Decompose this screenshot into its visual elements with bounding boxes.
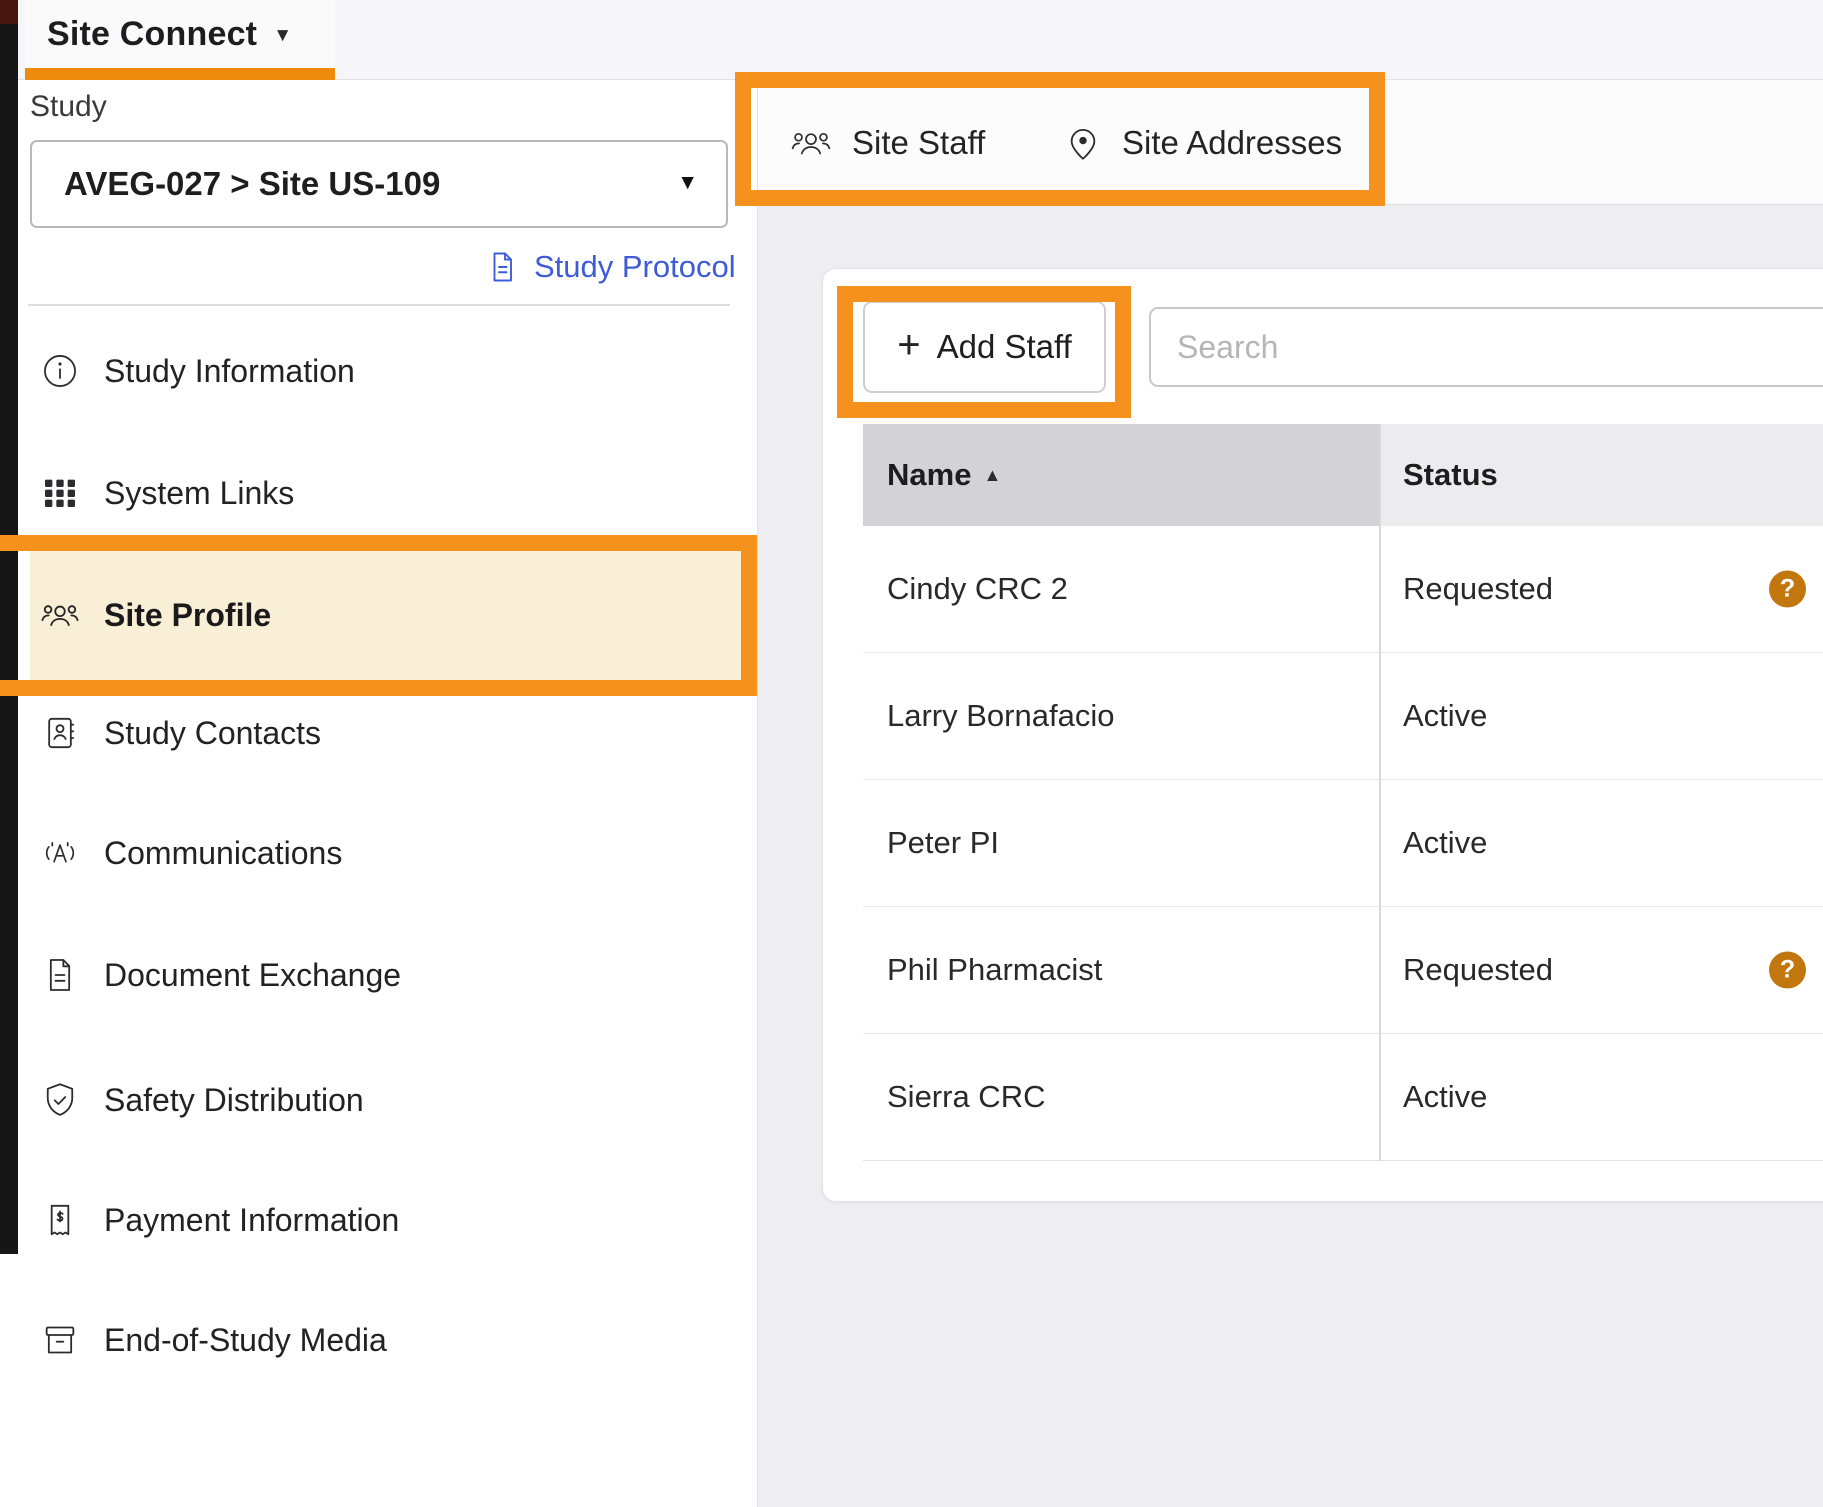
tab-site-addresses[interactable]: Site Addresses	[1062, 80, 1342, 205]
plus-icon: +	[897, 325, 920, 365]
info-icon	[38, 349, 82, 393]
search-field-wrap	[1149, 307, 1823, 387]
location-pin-icon	[1062, 122, 1104, 164]
chevron-down-icon: ▼	[273, 25, 292, 47]
name-cell: Larry Bornafacio	[863, 653, 1379, 779]
sidebar-item-label: Safety Distribution	[104, 1082, 364, 1119]
table-row[interactable]: Cindy CRC 2 Requested ?	[863, 526, 1823, 653]
app-window: Site Connect ▼ Site Staff	[0, 0, 1823, 1507]
site-staff-panel: + Add Staff Name ▲ Status Cindy CRC 2 Re…	[822, 268, 1823, 1202]
sidebar-item-payment-information[interactable]: Payment Information	[38, 1179, 754, 1261]
help-icon[interactable]: ?	[1769, 952, 1806, 989]
sidebar-item-safety-distribution[interactable]: Safety Distribution	[38, 1059, 754, 1141]
search-input[interactable]	[1149, 307, 1823, 387]
tab-site-addresses-label: Site Addresses	[1122, 124, 1342, 162]
status-cell: Active	[1379, 653, 1823, 779]
sidebar-item-end-of-study-media[interactable]: End-of-Study Media	[38, 1299, 754, 1381]
name-cell: Peter PI	[863, 780, 1379, 906]
column-header-name[interactable]: Name ▲	[863, 424, 1379, 526]
top-bar: Site Connect ▼	[0, 0, 1823, 80]
study-selector-value: AVEG-027 > Site US-109	[64, 165, 440, 203]
sidebar-item-label: Document Exchange	[104, 957, 401, 994]
status-cell: Active	[1379, 1034, 1823, 1160]
sidebar-item-communications[interactable]: Communications	[38, 812, 754, 894]
table-header-row: Name ▲ Status	[863, 424, 1823, 526]
study-protocol-label: Study Protocol	[534, 249, 736, 285]
screen-edge-strip	[0, 0, 18, 1254]
status-cell: Active	[1379, 780, 1823, 906]
table-row[interactable]: Sierra CRC Active	[863, 1034, 1823, 1161]
sidebar-item-label: Site Profile	[104, 597, 271, 634]
column-header-name-label: Name	[887, 457, 971, 493]
tab-site-staff-label: Site Staff	[852, 124, 985, 162]
table-row[interactable]: Peter PI Active	[863, 780, 1823, 907]
sidebar-item-label: Payment Information	[104, 1202, 399, 1239]
name-cell: Sierra CRC	[863, 1034, 1379, 1160]
screen-edge-cap	[0, 0, 18, 24]
sidebar: Study AVEG-027 > Site US-109 ▼ Study Pro…	[18, 80, 758, 1507]
archive-box-icon	[38, 1318, 82, 1362]
grid-icon	[38, 471, 82, 515]
add-staff-label: Add Staff	[937, 328, 1072, 366]
sidebar-divider	[28, 304, 730, 306]
name-cell: Cindy CRC 2	[863, 526, 1379, 652]
status-cell: Requested	[1379, 907, 1823, 1033]
sidebar-item-study-information[interactable]: Study Information	[38, 330, 754, 412]
sidebar-item-label: End-of-Study Media	[104, 1322, 387, 1359]
tab-bar: Site Staff Site Addresses	[758, 80, 1823, 205]
antenna-icon	[38, 831, 82, 875]
tab-site-staff[interactable]: Site Staff	[788, 80, 985, 205]
active-tab-underline	[25, 68, 335, 80]
site-connect-label: Site Connect	[47, 15, 257, 54]
shield-check-icon	[38, 1078, 82, 1122]
table-row[interactable]: Phil Pharmacist Requested ?	[863, 907, 1823, 1034]
status-cell: Requested	[1379, 526, 1823, 652]
column-divider	[1379, 424, 1381, 1161]
site-connect-menu[interactable]: Site Connect ▼	[25, 0, 335, 68]
study-label: Study	[30, 90, 107, 124]
contact-card-icon	[38, 711, 82, 755]
sort-asc-icon: ▲	[983, 465, 1001, 486]
sidebar-item-label: System Links	[104, 475, 294, 512]
table-row[interactable]: Larry Bornafacio Active	[863, 653, 1823, 780]
sidebar-item-label: Study Contacts	[104, 715, 321, 752]
groups-icon	[38, 593, 82, 637]
document-icon	[38, 953, 82, 997]
study-selector[interactable]: AVEG-027 > Site US-109 ▼	[30, 140, 728, 228]
sidebar-item-study-contacts[interactable]: Study Contacts	[38, 692, 754, 774]
name-cell: Phil Pharmacist	[863, 907, 1379, 1033]
chevron-down-icon: ▼	[677, 171, 698, 195]
add-staff-button[interactable]: + Add Staff	[863, 301, 1106, 393]
sidebar-item-system-links[interactable]: System Links	[38, 452, 754, 534]
help-icon[interactable]: ?	[1769, 571, 1806, 608]
column-header-status-label: Status	[1403, 457, 1498, 493]
staff-table: Name ▲ Status Cindy CRC 2 Requested ? La…	[863, 424, 1823, 1161]
receipt-dollar-icon	[38, 1198, 82, 1242]
sidebar-item-site-profile[interactable]: Site Profile	[38, 574, 754, 656]
study-protocol-link[interactable]: Study Protocol	[484, 244, 736, 290]
sidebar-item-label: Communications	[104, 835, 342, 872]
document-icon	[484, 249, 520, 285]
column-header-status[interactable]: Status	[1379, 424, 1823, 526]
sidebar-item-label: Study Information	[104, 353, 355, 390]
sidebar-item-document-exchange[interactable]: Document Exchange	[38, 934, 754, 1016]
groups-icon	[788, 120, 834, 166]
